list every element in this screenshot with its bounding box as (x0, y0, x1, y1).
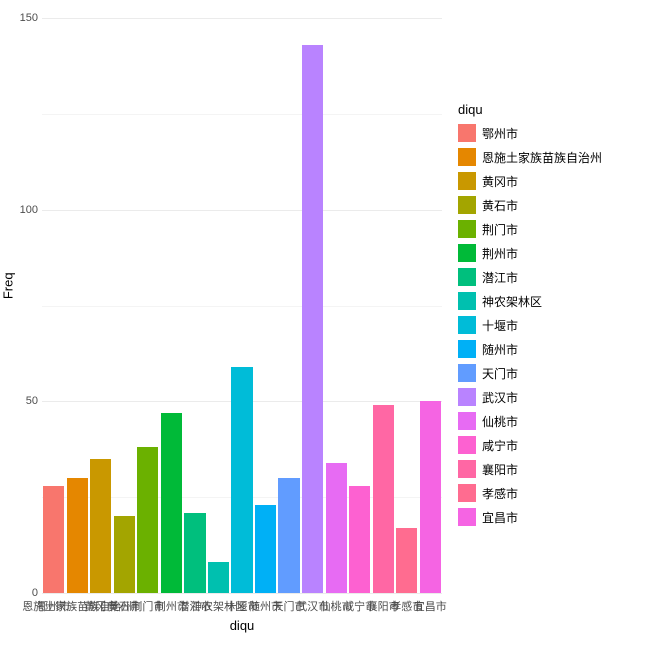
legend-label: 神农架林区 (482, 293, 542, 310)
legend-item: 黄石市 (458, 193, 648, 217)
legend-swatch (458, 364, 476, 382)
legend-swatch (458, 460, 476, 478)
bar (420, 401, 441, 593)
bar (114, 516, 135, 593)
legend-item: 荆门市 (458, 217, 648, 241)
legend-swatch (458, 244, 476, 262)
legend-swatch (458, 388, 476, 406)
legend-item: 天门市 (458, 361, 648, 385)
legend-label: 宜昌市 (482, 509, 518, 526)
bar (278, 478, 299, 593)
legend-label: 武汉市 (482, 389, 518, 406)
legend-label: 咸宁市 (482, 437, 518, 454)
legend-label: 孝感市 (482, 485, 518, 502)
legend-label: 鄂州市 (482, 125, 518, 142)
legend-swatch (458, 268, 476, 286)
legend-swatch (458, 220, 476, 238)
bar (67, 478, 88, 593)
legend-swatch (458, 316, 476, 334)
bar (326, 463, 347, 593)
legend-swatch (458, 484, 476, 502)
legend-item: 潜江市 (458, 265, 648, 289)
legend-swatch (458, 148, 476, 166)
bar (255, 505, 276, 593)
legend-swatch (458, 412, 476, 430)
bar (90, 459, 111, 593)
legend-swatch (458, 508, 476, 526)
legend-item: 武汉市 (458, 385, 648, 409)
legend-item: 仙桃市 (458, 409, 648, 433)
bar (208, 562, 229, 593)
bar (373, 405, 394, 593)
bar (302, 45, 323, 593)
grid-line-minor (42, 306, 442, 307)
legend-item: 孝感市 (458, 481, 648, 505)
legend-label: 随州市 (482, 341, 518, 358)
x-axis-label: diqu (42, 618, 442, 633)
grid-line-minor (42, 114, 442, 115)
legend-swatch (458, 196, 476, 214)
legend-item: 咸宁市 (458, 433, 648, 457)
x-tick-label: 宜昌市 (414, 598, 447, 614)
y-tick-label: 50 (0, 395, 38, 407)
legend-label: 襄阳市 (482, 461, 518, 478)
bar (349, 486, 370, 593)
legend-label: 仙桃市 (482, 413, 518, 430)
bar (161, 413, 182, 593)
y-tick-label: 100 (0, 204, 38, 216)
y-tick-label: 150 (0, 12, 38, 24)
legend-label: 荆州市 (482, 245, 518, 262)
grid-line (42, 18, 442, 19)
y-axis-label: Freq (1, 272, 16, 299)
legend: diqu 鄂州市恩施土家族苗族自治州黄冈市黄石市荆门市荆州市潜江市神农架林区十堰… (458, 102, 648, 529)
legend-item: 恩施土家族苗族自治州 (458, 145, 648, 169)
plot-area (42, 18, 442, 593)
grid-line (42, 593, 442, 594)
legend-swatch (458, 340, 476, 358)
legend-swatch (458, 436, 476, 454)
bar (184, 513, 205, 594)
legend-label: 十堰市 (482, 317, 518, 334)
legend-swatch (458, 124, 476, 142)
legend-item: 襄阳市 (458, 457, 648, 481)
legend-label: 黄石市 (482, 197, 518, 214)
legend-item: 荆州市 (458, 241, 648, 265)
chart-container: 050100150 Freq diqu 鄂州市恩施土家族苗族自治州黄冈市黄石市荆… (0, 0, 653, 653)
bar (43, 486, 64, 593)
legend-label: 黄冈市 (482, 173, 518, 190)
legend-item: 黄冈市 (458, 169, 648, 193)
legend-label: 恩施土家族苗族自治州 (482, 149, 602, 166)
bar (137, 447, 158, 593)
legend-swatch (458, 172, 476, 190)
legend-swatch (458, 292, 476, 310)
legend-label: 潜江市 (482, 269, 518, 286)
legend-item: 鄂州市 (458, 121, 648, 145)
legend-item: 十堰市 (458, 313, 648, 337)
bar (231, 367, 252, 593)
legend-item: 宜昌市 (458, 505, 648, 529)
legend-label: 天门市 (482, 365, 518, 382)
bar (396, 528, 417, 593)
legend-item: 神农架林区 (458, 289, 648, 313)
legend-label: 荆门市 (482, 221, 518, 238)
legend-title: diqu (458, 102, 648, 117)
grid-line (42, 210, 442, 211)
legend-item: 随州市 (458, 337, 648, 361)
